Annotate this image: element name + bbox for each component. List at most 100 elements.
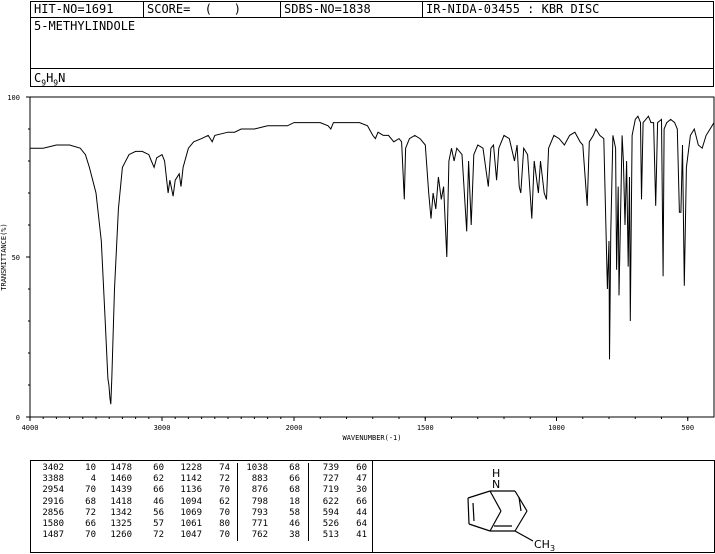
peak-transmittance: 18 (289, 496, 300, 507)
y-tick-label: 50 (12, 254, 20, 262)
peak-wavenumber: 1439 (110, 485, 132, 496)
x-tick-label: 1500 (417, 424, 434, 432)
peak-transmittance: 46 (289, 519, 300, 530)
peak-row: 739 60 (309, 463, 367, 474)
peak-row: 727 47 (309, 474, 367, 485)
peak-transmittance: 70 (219, 530, 230, 541)
peak-row: 1439 66 (102, 485, 164, 496)
peak-column: 1478 60 1460 62 1439 66 1418 46 1342 56 1325 57 1260… (102, 463, 164, 541)
peak-row: 1136 70 (172, 485, 230, 496)
peak-wavenumber: 1260 (110, 530, 132, 541)
peak-transmittance: 38 (289, 530, 300, 541)
x-tick-label: 4000 (22, 424, 39, 432)
peak-wavenumber: 1418 (110, 496, 132, 507)
y-axis-label: TRANSMITTANCE(%) (0, 223, 8, 290)
peak-wavenumber: 771 (251, 519, 268, 530)
peak-column: 1228 74 1142 72 1136 70 1094 62 1069 70 1061 80 1047… (172, 463, 230, 541)
x-tick-label: 500 (681, 424, 694, 432)
peak-row: 3402 10 (34, 463, 96, 474)
nitrogen-label: N (492, 478, 500, 491)
peak-transmittance: 66 (356, 496, 367, 507)
peak-row: 1325 57 (102, 519, 164, 530)
x-tick-label: 1000 (548, 424, 565, 432)
peak-wavenumber: 1325 (110, 519, 132, 530)
x-axis-label: WAVENUMBER(-1) (342, 434, 401, 442)
peak-row: 2954 70 (34, 485, 96, 496)
peak-wavenumber: 798 (251, 496, 268, 507)
axis-ticks: 4000 3000 2000 1500 1000 500100500 (7, 94, 694, 432)
peak-wavenumber: 883 (251, 474, 268, 485)
peak-wavenumber: 1580 (42, 519, 64, 530)
peak-wavenumber: 526 (322, 519, 339, 530)
peak-transmittance: 60 (356, 463, 367, 473)
peak-transmittance: 68 (85, 496, 96, 507)
peak-transmittance: 68 (289, 485, 300, 496)
peak-transmittance: 47 (356, 474, 367, 485)
peak-transmittance: 72 (85, 507, 96, 518)
peak-transmittance: 70 (85, 530, 96, 541)
peak-row: 1061 80 (172, 519, 230, 530)
peak-row: 1142 72 (172, 474, 230, 485)
peak-row: 1487 70 (34, 530, 96, 541)
peak-transmittance: 30 (356, 485, 367, 496)
peak-column: 1038 68 883 66 876 68 798 18 793 58 771 46 762 38 (237, 463, 300, 542)
peak-row: 3388 4 (34, 474, 96, 485)
peak-wavenumber: 1142 (180, 474, 202, 485)
peak-wavenumber: 3388 (42, 474, 64, 485)
peak-row: 1580 66 (34, 519, 96, 530)
peak-transmittance: 72 (153, 530, 164, 541)
peak-row: 526 64 (309, 519, 367, 530)
peak-row: 798 18 (238, 497, 300, 508)
peak-row: 1478 60 (102, 463, 164, 474)
peak-wavenumber: 1061 (180, 519, 202, 530)
peak-transmittance: 4 (90, 474, 96, 485)
peak-transmittance: 70 (219, 507, 230, 518)
peak-wavenumber: 1460 (110, 474, 132, 485)
peak-row: 719 30 (309, 485, 367, 496)
structure-diagram: H N CH3 (467, 467, 555, 553)
peak-wavenumber: 739 (322, 463, 339, 473)
peak-transmittance: 46 (153, 496, 164, 507)
peak-row: 1038 68 (238, 463, 300, 474)
peak-row: 1460 62 (102, 474, 164, 485)
peak-transmittance: 68 (289, 463, 300, 473)
peak-wavenumber: 2916 (42, 496, 64, 507)
spectrum-line (30, 115, 715, 405)
peak-transmittance: 58 (289, 507, 300, 518)
peak-row: 622 66 (309, 497, 367, 508)
peak-row: 1094 62 (172, 497, 230, 508)
peak-wavenumber: 622 (322, 496, 339, 507)
peak-wavenumber: 719 (322, 485, 339, 496)
methyl-label: CH3 (534, 538, 555, 553)
peak-row: 883 66 (238, 474, 300, 485)
peak-wavenumber: 1342 (110, 507, 132, 518)
peak-row: 513 41 (309, 530, 367, 541)
peak-row: 771 46 (238, 519, 300, 530)
peak-transmittance: 62 (153, 474, 164, 485)
peak-transmittance: 80 (219, 519, 230, 530)
peak-wavenumber: 2856 (42, 507, 64, 518)
peak-wavenumber: 1038 (246, 463, 268, 473)
peak-transmittance: 44 (356, 507, 367, 518)
peak-row: 1418 46 (102, 497, 164, 508)
peak-row: 2916 68 (34, 497, 96, 508)
peak-transmittance: 74 (219, 463, 230, 473)
peak-wavenumber: 594 (322, 507, 339, 518)
peak-wavenumber: 1069 (180, 507, 202, 518)
peak-transmittance: 64 (356, 519, 367, 530)
structure-box: H N CH3 (372, 460, 715, 553)
ir-spectrum-chart: 4000 3000 2000 1500 1000 500100500 TRANSMITTA… (0, 94, 715, 442)
peak-wavenumber: 1478 (110, 463, 132, 473)
y-tick-label: 100 (7, 94, 20, 102)
peak-transmittance: 70 (85, 485, 96, 496)
peak-wavenumber: 793 (251, 507, 268, 518)
plot-frame (29, 96, 715, 418)
peak-wavenumber: 762 (251, 530, 268, 541)
peak-transmittance: 62 (219, 496, 230, 507)
peak-transmittance: 41 (356, 530, 367, 541)
peak-transmittance: 70 (219, 485, 230, 496)
peak-wavenumber: 1094 (180, 496, 202, 507)
peak-wavenumber: 1136 (180, 485, 202, 496)
peak-transmittance: 72 (219, 474, 230, 485)
peak-transmittance: 56 (153, 507, 164, 518)
